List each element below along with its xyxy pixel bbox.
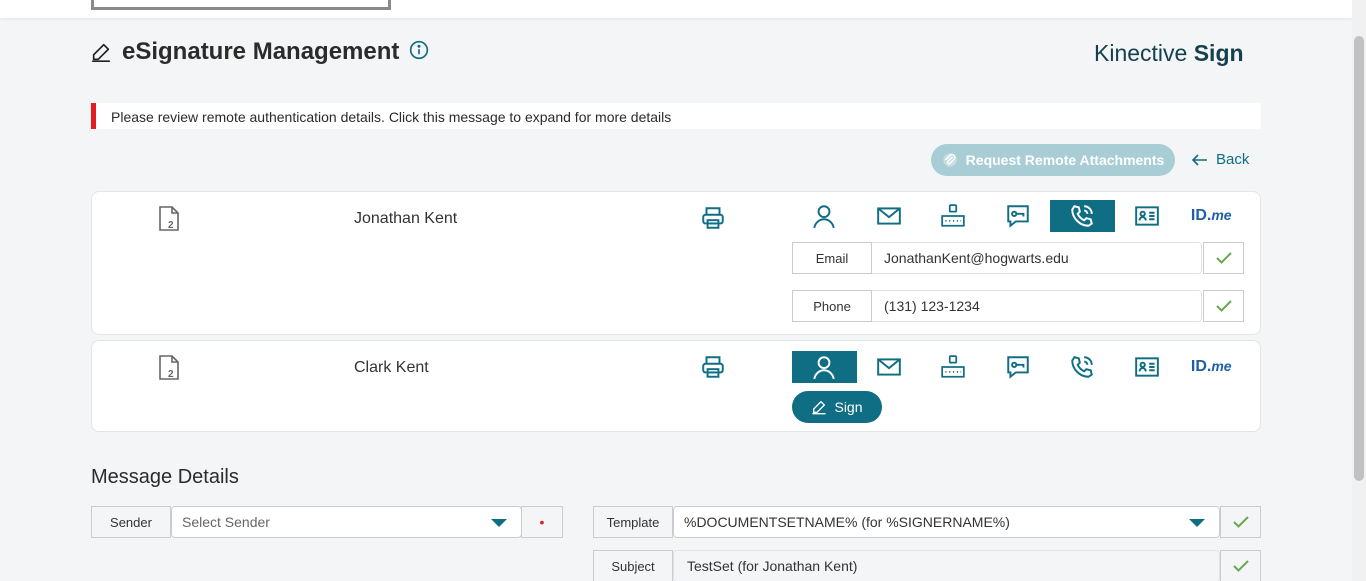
info-icon[interactable] [409,40,429,60]
printer-icon[interactable] [700,205,726,231]
id-card-icon [1134,357,1159,377]
sender-label: Sender [91,506,171,538]
auth-idme-button[interactable]: ID.me [1179,200,1244,232]
chat-password-icon [1007,205,1029,228]
message-details-heading: Message Details [91,466,239,488]
id-card-icon [1134,206,1159,226]
auth-email-button[interactable] [857,200,922,232]
auth-chat-password-button[interactable] [986,200,1051,232]
sender-select[interactable]: Select Sender [171,506,522,538]
auth-idme-button[interactable]: ID.me [1179,351,1244,383]
idme-me-text: me [1211,207,1232,223]
svg-text:2: 2 [168,369,174,380]
auth-sms-code-button[interactable] [921,351,986,383]
top-search-box[interactable] [91,0,391,10]
document-2-icon: 2 [159,355,179,380]
required-indicator: • [521,506,563,538]
back-link[interactable]: Back [1192,151,1249,168]
template-value: %DOCUMENTSETNAME% (for %SIGNERNAME%) [684,514,1010,530]
brand-suffix: Sign [1193,40,1244,66]
email-field[interactable]: JonathanKent@hogwarts.edu [872,242,1202,274]
phone-verified-button[interactable] [1203,290,1244,322]
svg-text:2: 2 [168,220,174,231]
template-select[interactable]: %DOCUMENTSETNAME% (for %SIGNERNAME%) [673,506,1220,538]
email-verified-button[interactable] [1203,242,1244,274]
page-header: eSignature Management [90,36,429,68]
email-icon [876,358,901,376]
auth-email-button[interactable] [857,351,922,383]
auth-sms-code-button[interactable] [921,200,986,232]
auth-method-toolbar: ID.me [792,200,1244,232]
email-icon [876,207,901,225]
email-label: Email [792,242,872,274]
request-attachments-label: Request Remote Attachments [965,152,1165,168]
scrollbar-thumb[interactable] [1354,36,1364,481]
signature-pen-icon [91,43,111,62]
subject-verified-button[interactable] [1220,550,1261,581]
auth-person-button[interactable] [792,200,857,232]
printer-icon[interactable] [700,354,726,380]
idme-me-text: me [1211,358,1232,374]
idme-icon: ID.me [1191,358,1232,376]
scrollbar[interactable] [1352,0,1366,581]
auth-person-button[interactable] [792,351,857,383]
signer-name: Clark Kent [354,359,429,376]
subject-input[interactable]: TestSet (for Jonathan Kent) [673,550,1220,581]
chevron-down-icon [1189,519,1205,527]
email-field-row: Email JonathanKent@hogwarts.edu [792,242,1244,274]
request-remote-attachments-button[interactable]: Request Remote Attachments [931,144,1175,176]
signer-card: 2 Clark Kent ID.me Sign [91,340,1261,432]
phone-label: Phone [792,290,872,322]
signer-card: 2 Jonathan Kent ID.me Email JonathanKent… [91,191,1261,335]
page-title: eSignature Management [122,38,400,65]
checkmark-icon [1232,516,1249,528]
auth-id-card-button[interactable] [1115,351,1180,383]
sign-label: Sign [834,399,863,415]
auth-alert-banner[interactable]: Please review remote authentication deta… [91,103,1261,129]
subject-label: Subject [593,550,673,581]
pen-icon [812,400,827,415]
idme-icon: ID.me [1191,207,1232,225]
auth-method-toolbar: ID.me [792,351,1244,383]
auth-phone-button[interactable] [1050,351,1115,383]
top-bar [0,0,1352,18]
sender-placeholder: Select Sender [182,514,270,530]
paperclip-icon [943,153,957,167]
phone-icon [1071,205,1094,227]
template-verified-button[interactable] [1220,506,1261,538]
template-label: Template [593,506,673,538]
chevron-down-icon [491,519,507,527]
sms-code-icon [941,355,965,378]
checkmark-icon [1215,252,1232,264]
idme-id-text: ID. [1190,358,1212,375]
auth-id-card-button[interactable] [1115,200,1180,232]
sign-button[interactable]: Sign [792,391,882,423]
sms-code-icon [941,204,965,227]
arrow-left-icon [1192,153,1207,166]
auth-chat-password-button[interactable] [986,351,1051,383]
checkmark-icon [1215,300,1232,312]
signer-name: Jonathan Kent [354,210,458,227]
chat-password-icon [1007,356,1029,379]
brand-prefix: Kinective [1094,40,1194,66]
document-2-icon: 2 [159,206,179,231]
auth-phone-button[interactable] [1050,200,1115,232]
idme-id-text: ID. [1190,207,1212,224]
checkmark-icon [1232,560,1249,572]
person-icon [813,356,835,380]
phone-field-row: Phone (131) 123-1234 [792,290,1244,322]
brand-logo: Kinective Sign [1094,40,1244,67]
phone-field[interactable]: (131) 123-1234 [872,290,1202,322]
back-label: Back [1216,151,1250,168]
person-icon [813,205,835,229]
phone-icon [1071,356,1094,378]
